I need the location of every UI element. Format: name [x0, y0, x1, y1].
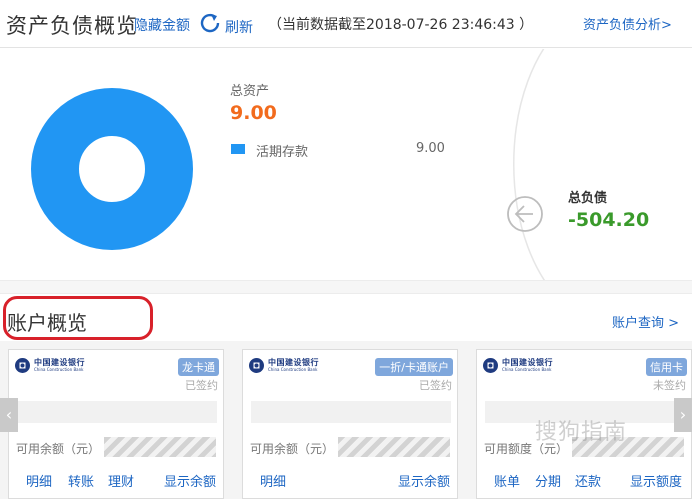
- data-timestamp: （当前数据截至2018-07-26 23:46:43 ）: [268, 17, 534, 33]
- hide-amount-link[interactable]: 隐藏金额: [134, 15, 190, 35]
- masked-account-number: [17, 401, 217, 423]
- ccb-logo: 中国建设银行 China Construction Bank: [14, 357, 85, 374]
- red-highlight-annotation: [3, 296, 153, 340]
- carousel-next-button[interactable]: ›: [674, 398, 692, 432]
- transfer-button[interactable]: 转账: [68, 471, 94, 490]
- debt-panel-arc: [513, 49, 546, 280]
- total-assets-value: 9.00: [230, 102, 277, 124]
- overview-header: 资产负债概览 隐藏金额 刷新 （当前数据截至2018-07-26 23:46:4…: [0, 0, 692, 48]
- details-button[interactable]: 明细: [26, 471, 52, 490]
- account-card-longka[interactable]: 中国建设银行 China Construction Bank 龙卡通 已签约 可…: [8, 349, 224, 499]
- masked-account-number: [251, 401, 451, 423]
- installment-button[interactable]: 分期: [535, 471, 561, 490]
- page-title: 资产负债概览: [6, 14, 138, 38]
- legend-label: 活期存款: [256, 145, 309, 160]
- ccb-logo-icon: [15, 358, 30, 373]
- watermark: 搜狗指南: [535, 420, 628, 445]
- total-debt-label: 总负债: [568, 191, 608, 206]
- sign-status: 未签约: [653, 379, 686, 392]
- legend-swatch: [231, 144, 245, 154]
- arrow-left-circle-icon[interactable]: [506, 195, 544, 233]
- section-divider: [0, 280, 692, 294]
- asset-analysis-link[interactable]: 资产负债分析>: [583, 14, 672, 33]
- refresh-icon[interactable]: [198, 11, 222, 35]
- show-balance-button[interactable]: 显示余额: [398, 471, 450, 490]
- card-type-badge: 一折/卡通账户: [375, 358, 453, 376]
- account-query-link[interactable]: 账户查询 >: [612, 312, 679, 331]
- bank-name-en: China Construction Bank: [34, 367, 84, 372]
- bank-name-cn: 中国建设银行: [34, 358, 85, 367]
- card-type-badge: 信用卡: [646, 358, 687, 376]
- repay-button[interactable]: 还款: [575, 471, 601, 490]
- hidden-balance: [338, 437, 450, 457]
- show-balance-button[interactable]: 显示余额: [164, 471, 216, 490]
- account-card-passbook[interactable]: 中国建设银行 China Construction Bank 一折/卡通账户 已…: [242, 349, 458, 499]
- total-debt-value: -504.20: [568, 209, 650, 231]
- ccb-logo: 中国建设银行 China Construction Bank: [482, 357, 553, 374]
- total-assets-label: 总资产: [230, 84, 270, 99]
- bank-name-en: China Construction Bank: [502, 367, 552, 372]
- assets-donut-chart: [31, 88, 193, 250]
- ccb-logo-icon: [249, 358, 264, 373]
- wealth-button[interactable]: 理财: [108, 471, 134, 490]
- sign-status: 已签约: [419, 379, 452, 392]
- bill-button[interactable]: 账单: [494, 471, 520, 490]
- ccb-logo-icon: [483, 358, 498, 373]
- refresh-link[interactable]: 刷新: [225, 17, 253, 37]
- show-limit-button[interactable]: 显示额度: [630, 471, 682, 490]
- details-button[interactable]: 明细: [260, 471, 286, 490]
- balance-overview: 总资产 9.00 活期存款 9.00 总负债 -504.20: [0, 49, 692, 280]
- balance-label: 可用余额（元）: [16, 442, 101, 456]
- card-type-badge: 龙卡通: [178, 358, 219, 376]
- hidden-balance: [104, 437, 216, 457]
- bank-name-cn: 中国建设银行: [502, 358, 553, 367]
- donut-slice-demand-deposit: [31, 88, 193, 250]
- balance-label: 可用余额（元）: [250, 442, 335, 456]
- bank-name-en: China Construction Bank: [268, 367, 318, 372]
- bank-name-cn: 中国建设银行: [268, 358, 319, 367]
- carousel-prev-button[interactable]: ‹: [0, 398, 18, 432]
- sign-status: 已签约: [185, 379, 218, 392]
- ccb-logo: 中国建设银行 China Construction Bank: [248, 357, 319, 374]
- legend-value: 9.00: [416, 141, 445, 156]
